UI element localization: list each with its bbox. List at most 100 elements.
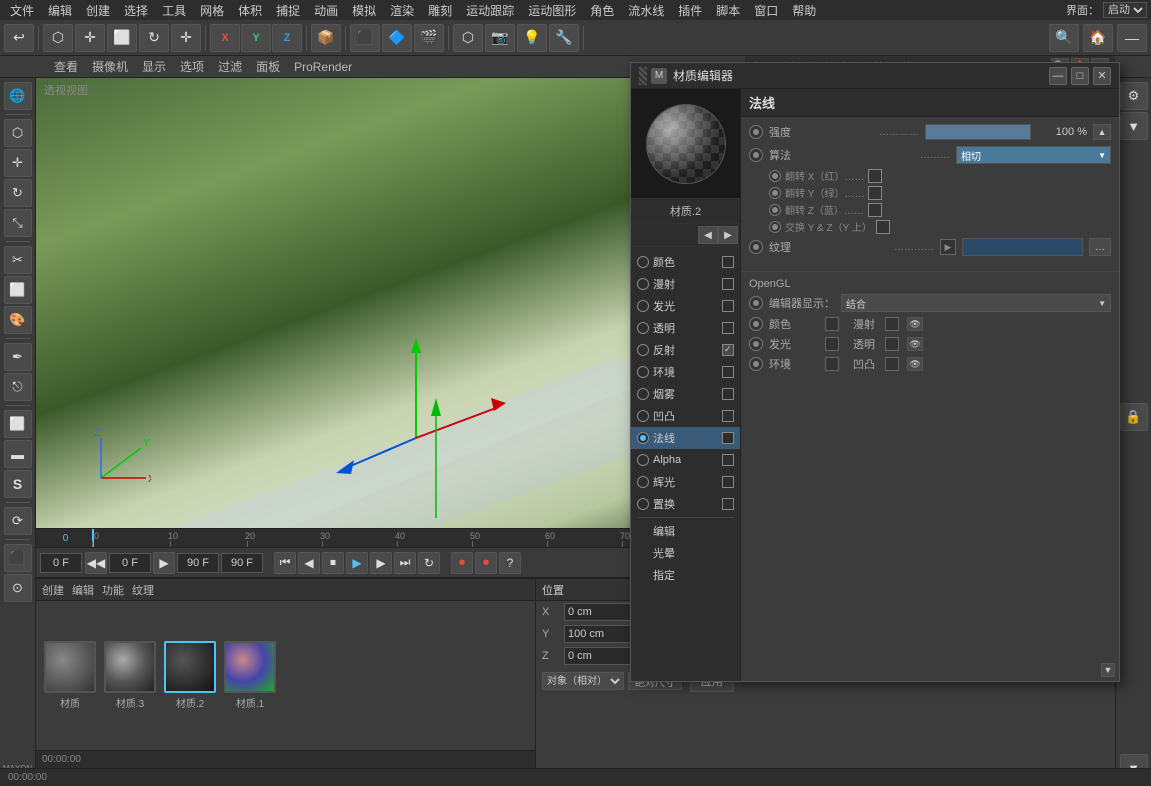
- strength-slider[interactable]: [925, 124, 1031, 140]
- sidebar-spline-btn[interactable]: ⎋: [4, 373, 32, 401]
- channel-alpha-radio[interactable]: [637, 454, 649, 466]
- channel-color[interactable]: 颜色: [631, 251, 740, 273]
- frame-end-input[interactable]: [177, 553, 219, 573]
- rec2-btn[interactable]: ⏺: [475, 552, 497, 574]
- channel-diffuse[interactable]: 漫射: [631, 273, 740, 295]
- flip-z-check[interactable]: [868, 203, 882, 217]
- opengl-color-swatch[interactable]: [825, 317, 839, 331]
- mat-preview-sphere[interactable]: [646, 104, 726, 184]
- select-tool-btn[interactable]: ⬡: [43, 24, 73, 52]
- sidebar-knife-btn[interactable]: ✂: [4, 246, 32, 274]
- material-thumb-0[interactable]: [44, 641, 96, 693]
- algo-dropdown[interactable]: 相切 ▼: [956, 146, 1111, 164]
- channel-glow-radio[interactable]: [637, 300, 649, 312]
- channel-glow2-radio[interactable]: [637, 476, 649, 488]
- sidebar-move-btn[interactable]: ✛: [4, 149, 32, 177]
- menu-volume[interactable]: 体积: [232, 2, 268, 19]
- menu-render[interactable]: 渲染: [384, 2, 420, 19]
- next-btn[interactable]: ▶: [370, 552, 392, 574]
- obj-tool-btn[interactable]: ✛: [171, 24, 201, 52]
- sidebar-s-btn[interactable]: S: [4, 470, 32, 498]
- texture-area[interactable]: [962, 238, 1083, 256]
- home-btn[interactable]: 🏠: [1083, 24, 1113, 52]
- channel-env[interactable]: 环境: [631, 361, 740, 383]
- rotate-btn[interactable]: ↻: [139, 24, 169, 52]
- menu-script[interactable]: 脚本: [710, 2, 746, 19]
- channel-bump[interactable]: 凹凸: [631, 405, 740, 427]
- dialog-close-btn[interactable]: ✕: [1093, 67, 1111, 85]
- material-slot-2[interactable]: 材质.2: [164, 641, 216, 710]
- start-btn[interactable]: ⏮: [274, 552, 296, 574]
- viewport-tab-view[interactable]: 查看: [48, 58, 84, 75]
- channel-normal-radio[interactable]: [637, 432, 649, 444]
- menu-plugins[interactable]: 插件: [672, 2, 708, 19]
- channel-env-radio[interactable]: [637, 366, 649, 378]
- interface-mode-select[interactable]: 启动: [1103, 2, 1147, 18]
- opengl-diffuse-eye[interactable]: 👁: [907, 317, 923, 331]
- menu-character[interactable]: 角色: [584, 2, 620, 19]
- material-slot-0[interactable]: 材质: [44, 641, 96, 710]
- channel-env-check[interactable]: [722, 366, 734, 378]
- menu-mesh[interactable]: 网格: [194, 2, 230, 19]
- channel-diffuse-radio[interactable]: [637, 278, 649, 290]
- channel-diffuse-check[interactable]: [722, 278, 734, 290]
- render-btn[interactable]: 🔧: [549, 24, 579, 52]
- obj-btn[interactable]: 📦: [311, 24, 341, 52]
- sidebar-magnet-btn[interactable]: ⬜: [4, 276, 32, 304]
- sidebar-select-btn[interactable]: ⬡: [4, 119, 32, 147]
- frame-end2-input[interactable]: [221, 553, 263, 573]
- menu-edit[interactable]: 编辑: [42, 2, 78, 19]
- channel-transparency[interactable]: 透明: [631, 317, 740, 339]
- channel-color-radio[interactable]: [637, 256, 649, 268]
- menu-create[interactable]: 创建: [80, 2, 116, 19]
- channel-edit[interactable]: 编辑: [631, 520, 740, 542]
- anim-key-btn[interactable]: 🔷: [382, 24, 412, 52]
- menu-help[interactable]: 帮助: [786, 2, 822, 19]
- strength-up-btn[interactable]: ▲: [1093, 124, 1111, 140]
- menu-window[interactable]: 窗口: [748, 2, 784, 19]
- mat-menu-edit[interactable]: 编辑: [72, 582, 94, 598]
- help-btn[interactable]: ?: [499, 552, 521, 574]
- minus-btn[interactable]: —: [1117, 24, 1147, 52]
- coord-z-input[interactable]: [564, 647, 634, 665]
- axis-z-btn[interactable]: Z: [272, 24, 302, 52]
- undo-btn[interactable]: ↩: [4, 24, 34, 52]
- opengl-bump-eye[interactable]: 👁: [907, 357, 923, 371]
- texture-browse-btn[interactable]: …: [1089, 238, 1111, 256]
- coord-y-input[interactable]: [564, 625, 634, 643]
- sidebar-paint-btn[interactable]: 🎨: [4, 306, 32, 334]
- axis-y-btn[interactable]: Y: [241, 24, 271, 52]
- axis-x-btn[interactable]: X: [210, 24, 240, 52]
- channel-glow2[interactable]: 辉光: [631, 471, 740, 493]
- scale-btn[interactable]: ⬜: [107, 24, 137, 52]
- menu-motion-track[interactable]: 运动跟踪: [460, 2, 520, 19]
- channel-alpha[interactable]: Alpha: [631, 449, 740, 471]
- material-thumb-2[interactable]: [164, 641, 216, 693]
- opengl-display-select[interactable]: 结合 ▼: [841, 294, 1111, 312]
- menu-select[interactable]: 选择: [118, 2, 154, 19]
- menu-snap[interactable]: 捕捉: [270, 2, 306, 19]
- dialog-scroll-down[interactable]: ▼: [1101, 663, 1115, 677]
- current-frame-input[interactable]: [109, 553, 151, 573]
- loop-btn[interactable]: ↻: [418, 552, 440, 574]
- move-btn[interactable]: ✛: [75, 24, 105, 52]
- cam-btn[interactable]: 📷: [485, 24, 515, 52]
- sidebar-floor-btn[interactable]: ▬: [4, 440, 32, 468]
- channel-assign[interactable]: 指定: [631, 564, 740, 586]
- material-thumb-3[interactable]: [224, 641, 276, 693]
- menu-motion-graph[interactable]: 运动图形: [522, 2, 582, 19]
- next-end-btn[interactable]: ▶: [153, 552, 175, 574]
- channel-reflect-check[interactable]: [722, 344, 734, 356]
- channel-fog-check[interactable]: [722, 388, 734, 400]
- opengl-transparency-swatch[interactable]: [885, 337, 899, 351]
- prev-frame-btn[interactable]: ◀◀: [85, 552, 107, 574]
- mat-menu-function[interactable]: 功能: [102, 582, 124, 598]
- opengl-env-swatch[interactable]: [825, 357, 839, 371]
- channel-normal-check[interactable]: [722, 432, 734, 444]
- viewport-tab-camera[interactable]: 摄像机: [86, 58, 134, 75]
- channel-normal[interactable]: 法线: [631, 427, 740, 449]
- viewport-tab-prorender[interactable]: ProRender: [288, 60, 358, 74]
- material-slot-1[interactable]: 材质.3: [104, 641, 156, 710]
- channel-fog-radio[interactable]: [637, 388, 649, 400]
- channel-reflect-radio[interactable]: [637, 344, 649, 356]
